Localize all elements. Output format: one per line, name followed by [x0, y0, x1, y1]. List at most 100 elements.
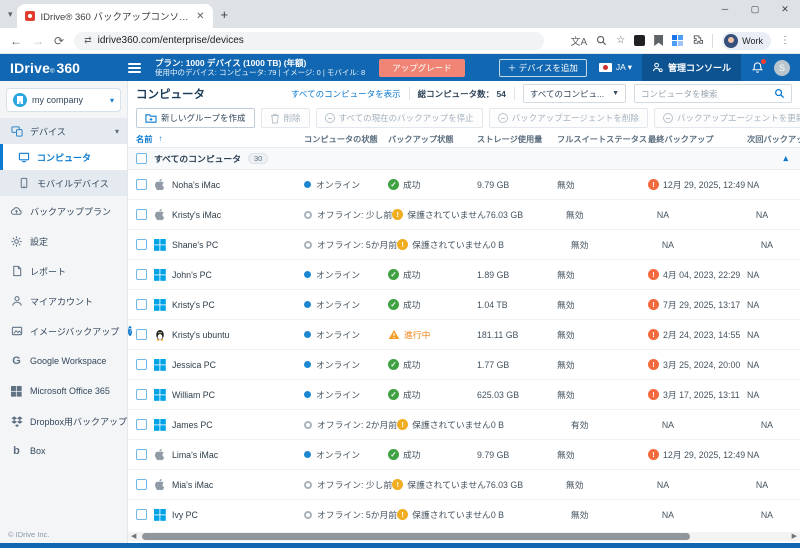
- button-label: すべての現在のバックアップを停止: [339, 112, 474, 124]
- next-backup: NA: [747, 270, 792, 280]
- windows-os-icon: [153, 358, 166, 371]
- scroll-right-icon[interactable]: ▶: [792, 532, 797, 540]
- tab-close-icon[interactable]: ✕: [196, 11, 204, 22]
- sidebar-item-my-account[interactable]: マイアカウント: [0, 286, 127, 316]
- scrollbar-thumb[interactable]: [142, 533, 690, 540]
- remove-agent-button[interactable]: バックアップエージェントを削除: [489, 108, 648, 128]
- column-header-computer-state[interactable]: コンピュータの状態: [304, 133, 388, 145]
- sidebar-item-box[interactable]: b Box: [0, 436, 127, 466]
- table-row[interactable]: William PC オンライン ✓ 成功 625.03 GB 無効 ! 3月 …: [128, 380, 800, 410]
- column-header-next-backup[interactable]: 次回バックアップ: [747, 133, 800, 145]
- translate-icon[interactable]: 文A: [571, 33, 588, 48]
- column-header-storage[interactable]: ストレージ使用量: [477, 133, 557, 145]
- browser-tab[interactable]: IDrive® 360 バックアップコンソール ✕: [17, 4, 213, 28]
- row-checkbox[interactable]: [136, 329, 147, 340]
- table-row[interactable]: Kristy's iMac オフライン: 少し前 ! 保護されていません 76.…: [128, 200, 800, 230]
- sidebar-item-mobile-devices[interactable]: モバイルデバイス: [0, 170, 127, 196]
- row-checkbox[interactable]: [136, 359, 147, 370]
- row-checkbox[interactable]: [136, 269, 147, 280]
- column-header-last-backup[interactable]: 最終バックアップ: [648, 133, 747, 145]
- search-input[interactable]: [641, 89, 770, 99]
- kebab-menu-icon[interactable]: ⋮: [780, 35, 790, 46]
- search-icon[interactable]: [774, 88, 785, 99]
- row-checkbox[interactable]: [136, 239, 147, 250]
- sidebar-item-settings[interactable]: 設定: [0, 226, 127, 256]
- hamburger-menu-icon[interactable]: [128, 61, 141, 75]
- extension-icon-3[interactable]: [672, 35, 683, 46]
- company-selector[interactable]: my company ▾: [6, 88, 121, 112]
- table-row[interactable]: John's PC オンライン ✓ 成功 1.89 GB 無効 ! 4月 04,…: [128, 260, 800, 290]
- table-row[interactable]: Jessica PC オンライン ✓ 成功 1.77 GB 無効 ! 3月 25…: [128, 350, 800, 380]
- close-button[interactable]: ✕: [770, 0, 800, 15]
- group-filter-dropdown[interactable]: すべてのコンピュ... ▼: [523, 84, 626, 103]
- show-all-computers-link[interactable]: すべてのコンピュータを表示: [291, 88, 401, 100]
- sidebar-item-dropbox-backup[interactable]: Dropbox用バックアップ: [0, 406, 127, 436]
- sidebar-item-image-backup[interactable]: イメージバックアップ ?: [0, 316, 127, 346]
- stop-backups-button[interactable]: すべての現在のバックアップを停止: [316, 108, 483, 128]
- bookmark-star-icon[interactable]: ☆: [616, 35, 625, 46]
- row-checkbox[interactable]: [136, 419, 147, 430]
- sidebar-item-reports[interactable]: レポート: [0, 256, 127, 286]
- table-row[interactable]: Kristy's ubuntu オンライン 進行中 181.11 GB 無効 !…: [128, 320, 800, 350]
- sidebar-item-devices[interactable]: デバイス ▾: [0, 118, 127, 144]
- sidebar-item-office365[interactable]: Microsoft Office 365: [0, 376, 127, 406]
- computer-state: オンライン: [316, 268, 360, 281]
- column-header-name[interactable]: 名前 ↑: [136, 133, 304, 145]
- backup-status: 成功: [403, 268, 421, 281]
- user-avatar[interactable]: S: [774, 60, 790, 76]
- row-checkbox[interactable]: [136, 509, 147, 520]
- column-header-fullsuite[interactable]: フルスイートステータス: [557, 133, 648, 145]
- extension-icon-1[interactable]: [634, 35, 645, 46]
- apple-os-icon: [153, 478, 166, 491]
- next-backup: NA: [747, 390, 792, 400]
- create-group-button[interactable]: 新しいグループを作成: [136, 108, 255, 128]
- delete-button[interactable]: 削除: [261, 108, 310, 128]
- search-icon[interactable]: [596, 35, 607, 46]
- tab-search-chevron-icon[interactable]: ▾: [8, 9, 13, 20]
- update-agent-button[interactable]: バックアップエージェントを更新: [654, 108, 800, 128]
- idrive-logo[interactable]: IDrive ® 360: [0, 60, 128, 76]
- forward-icon[interactable]: →: [32, 34, 44, 48]
- group-row-all-computers[interactable]: すべてのコンピュータ 30 ▴: [128, 148, 800, 170]
- extension-icon-2[interactable]: [654, 35, 663, 46]
- row-checkbox[interactable]: [136, 179, 147, 190]
- extensions-puzzle-icon[interactable]: [692, 35, 703, 46]
- language-selector[interactable]: JA ▾: [616, 62, 632, 73]
- notifications-bell-icon[interactable]: [751, 61, 764, 74]
- state-dot-icon: [304, 511, 312, 519]
- row-checkbox[interactable]: [136, 299, 147, 310]
- sidebar-item-computers[interactable]: コンピュータ: [0, 144, 127, 170]
- admin-console-button[interactable]: 管理コンソール: [642, 54, 741, 81]
- row-checkbox[interactable]: [136, 479, 147, 490]
- maximize-button[interactable]: ▢: [740, 0, 770, 15]
- back-icon[interactable]: ←: [10, 34, 22, 48]
- sort-ascending-icon: ↑: [158, 134, 162, 143]
- reload-icon[interactable]: ⟳: [54, 34, 64, 48]
- table-row[interactable]: James PC オフライン: 2か月前 ! 保護されていません 0 B 有効 …: [128, 410, 800, 440]
- table-row[interactable]: Kristy's PC オンライン ✓ 成功 1.04 TB 無効 ! 7月 2…: [128, 290, 800, 320]
- sidebar-item-backup-plan[interactable]: バックアッププラン: [0, 196, 127, 226]
- sidebar-item-google-workspace[interactable]: G Google Workspace: [0, 346, 127, 376]
- table-row[interactable]: Noha's iMac オンライン ✓ 成功 9.79 GB 無効 ! 12月 …: [128, 170, 800, 200]
- row-checkbox[interactable]: [136, 449, 147, 460]
- table-row[interactable]: Mia's iMac オフライン: 少し前 ! 保護されていません 76.03 …: [128, 470, 800, 500]
- new-tab-button[interactable]: +: [221, 7, 229, 22]
- add-device-button[interactable]: ＋ デバイスを追加: [499, 59, 587, 77]
- table-row[interactable]: Shane's PC オフライン: 5か月前 ! 保護されていません 0 B 無…: [128, 230, 800, 260]
- chevron-up-icon[interactable]: ▴: [783, 153, 788, 164]
- company-icon: [13, 93, 27, 107]
- next-backup: NA: [761, 510, 792, 520]
- table-row[interactable]: Ivy PC オフライン: 5か月前 ! 保護されていません 0 B 無効 NA…: [128, 500, 800, 528]
- upgrade-button[interactable]: アップグレード: [379, 59, 465, 77]
- row-checkbox[interactable]: [136, 209, 147, 220]
- group-checkbox[interactable]: [136, 153, 147, 164]
- column-header-backup-state[interactable]: バックアップ状態: [388, 133, 477, 145]
- backup-status: 保護されていません: [412, 508, 491, 521]
- table-row[interactable]: Lima's iMac オンライン ✓ 成功 9.79 GB 無効 ! 12月 …: [128, 440, 800, 470]
- address-bar[interactable]: ⇄ idrive360.com/enterprise/devices: [74, 32, 544, 50]
- scroll-left-icon[interactable]: ◀: [131, 532, 136, 540]
- minimize-button[interactable]: ─: [710, 0, 740, 14]
- browser-profile[interactable]: Work: [722, 32, 771, 50]
- site-info-icon[interactable]: ⇄: [84, 35, 92, 46]
- row-checkbox[interactable]: [136, 389, 147, 400]
